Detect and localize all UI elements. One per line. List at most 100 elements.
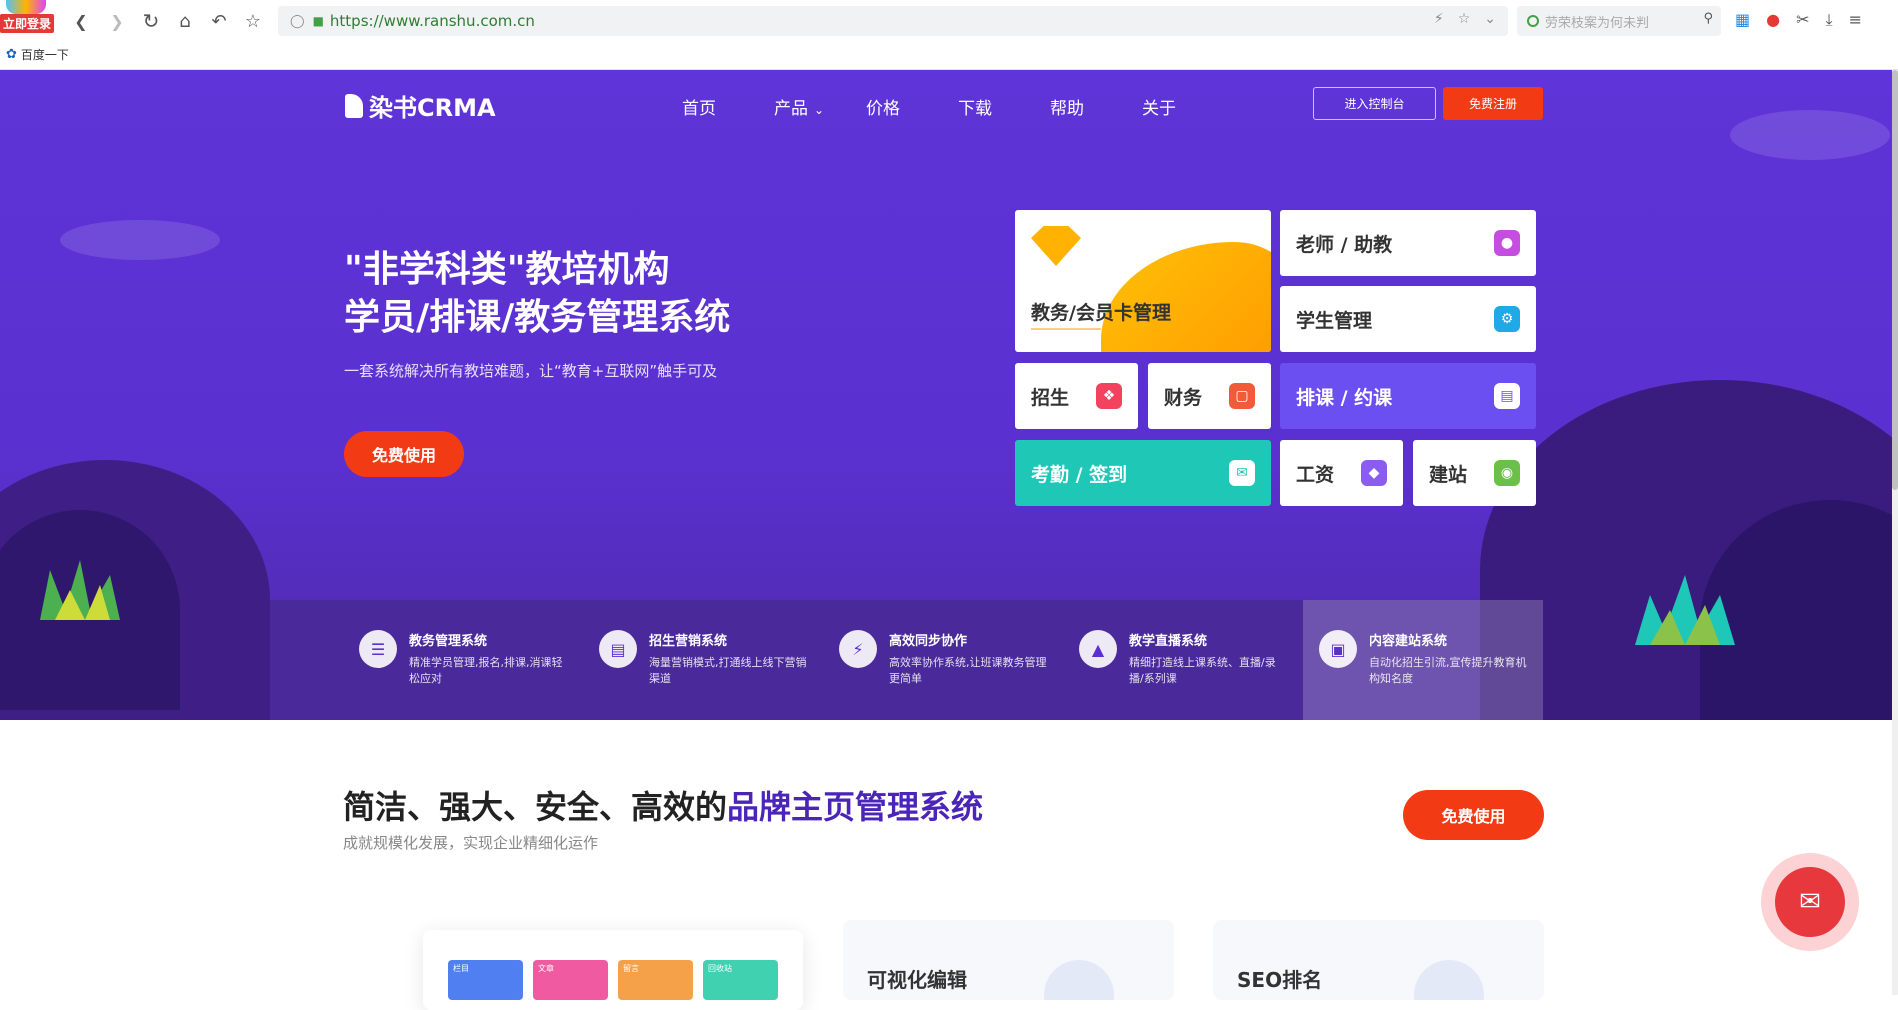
login-badge[interactable]: 立即登录 <box>0 14 55 33</box>
cloud-decoration <box>60 220 220 260</box>
tile-attendance[interactable]: 考勤 / 签到 ✉ <box>1015 440 1271 506</box>
feature-item[interactable]: ☰ 教务管理系统 精准学员管理,报名,排课,消课轻松应对 <box>343 600 583 720</box>
chevron-down-icon[interactable]: ⌄ <box>1484 11 1496 27</box>
scrollbar-thumb[interactable] <box>1892 70 1898 490</box>
lightning-icon: ⚡ <box>839 630 877 668</box>
logo-mark-icon <box>345 93 363 118</box>
shield-icon: ◯ <box>290 13 305 29</box>
nav-home[interactable]: 首页 <box>682 94 774 119</box>
section-subtitle: 成就规模化发展，实现企业精细化运作 <box>343 834 599 852</box>
feature-item[interactable]: ▲ 教学直播系统 精细打造线上课系统、直播/录播/系列课 <box>1063 600 1303 720</box>
scrollbar[interactable] <box>1892 70 1898 995</box>
chevron-down-icon: ⌄ <box>814 103 825 117</box>
nav-price[interactable]: 价格 <box>866 94 958 119</box>
search-input[interactable]: 劳荣枝案为何未判 ⚲ <box>1517 6 1721 36</box>
tile-website-label: 建站 <box>1429 463 1468 486</box>
card-title: 可视化编辑 <box>867 968 967 992</box>
search-placeholder: 劳荣枝案为何未判 <box>1545 15 1650 31</box>
chat-button[interactable]: ✉ <box>1761 853 1859 951</box>
broadcast-icon: ▲ <box>1079 630 1117 668</box>
nav-download[interactable]: 下载 <box>958 94 1050 119</box>
bookmark-star-icon[interactable]: ☆ <box>1458 11 1471 27</box>
feature-title: 教学直播系统 <box>1129 634 1208 649</box>
feature-item[interactable]: ▤ 招生营销系统 海量营销模式,打通线上线下营销渠道 <box>583 600 823 720</box>
windows-icon[interactable]: ▦ <box>1735 10 1750 30</box>
globe-icon: ◉ <box>1494 460 1520 486</box>
section-cta-button[interactable]: 免费使用 <box>1403 790 1544 840</box>
search-icon[interactable]: ⚲ <box>1703 11 1713 26</box>
section-title-plain: 简洁、强大、安全、高效的 <box>343 788 728 826</box>
logo[interactable]: 染书CRMA <box>345 88 496 123</box>
scissors-icon[interactable]: ✂ <box>1796 10 1809 30</box>
feature-desc: 自动化招生引流,宣传提升教育机构知名度 <box>1369 656 1527 685</box>
feature-item[interactable]: ▣ 内容建站系统 自动化招生引流,宣传提升教育机构知名度 <box>1303 600 1543 720</box>
underline-decoration <box>1031 328 1101 330</box>
download-icon[interactable]: ⤓ <box>1826 10 1833 30</box>
logo-text: 染书CRMA <box>369 94 496 122</box>
nav-product[interactable]: 产品 ⌄ <box>774 94 866 119</box>
forward-icon[interactable]: ❯ <box>104 8 130 34</box>
baidu-icon: ✿ <box>6 47 17 62</box>
grass-icon <box>1635 575 1735 645</box>
hero-cta-button[interactable]: 免费使用 <box>344 431 464 477</box>
section-title-highlight: 品牌主页管理系统 <box>727 788 984 826</box>
menu-icon[interactable]: ≡ <box>1849 10 1862 30</box>
card-visual-editing[interactable]: 可视化编辑 <box>843 920 1174 1000</box>
hero-subtitle: 一套系统解决所有教培难题，让“教育+互联网”触手可及 <box>344 362 718 380</box>
dashboard-preview: 栏目 文章 留言 回收站 <box>423 930 803 1010</box>
tile-enroll[interactable]: 招生 ❖ <box>1015 363 1138 429</box>
feature-desc: 高效率协作系统,让班课教务管理更简单 <box>889 656 1047 685</box>
extension-icons: ▦ ● ✂ ⤓ ≡ <box>1735 10 1862 30</box>
tile-membership[interactable]: 教务/会员卡管理 <box>1015 210 1271 352</box>
tile-finance[interactable]: 财务 ▢ <box>1148 363 1271 429</box>
dash-tile: 文章 <box>533 960 608 1000</box>
url-text[interactable]: https://www.ranshu.com.cn <box>330 12 535 30</box>
reload-icon[interactable]: ↻ <box>138 8 164 34</box>
extension-logo <box>6 0 46 14</box>
document-icon: ▤ <box>599 630 637 668</box>
gear-icon: ⚙ <box>1494 306 1520 332</box>
nav-about[interactable]: 关于 <box>1142 94 1234 119</box>
bookmark-label[interactable]: 百度一下 <box>21 46 69 63</box>
card-icon <box>1414 960 1484 1000</box>
money-bag-icon: ◆ <box>1361 460 1387 486</box>
undo-icon[interactable]: ↶ <box>206 8 232 34</box>
tile-teacher-label: 老师 / 助教 <box>1296 233 1393 256</box>
section-title: 简洁、强大、安全、高效的品牌主页管理系统 <box>343 782 983 828</box>
tile-membership-label: 教务/会员卡管理 <box>1031 302 1171 324</box>
card-icon <box>1044 960 1114 1000</box>
tile-schedule[interactable]: 排课 / 约课 ▤ <box>1280 363 1536 429</box>
tile-teacher[interactable]: 老师 / 助教 ● <box>1280 210 1536 276</box>
card-seo[interactable]: SEO排名 <box>1213 920 1544 1000</box>
browser-chrome: 立即登录 ❮ ❯ ↻ ⌂ ↶ ☆ ◯ ■ https://www.ranshu.… <box>0 0 1898 70</box>
back-icon[interactable]: ❮ <box>68 8 94 34</box>
person-icon: ● <box>1494 230 1520 256</box>
cloud-decoration <box>1730 110 1890 160</box>
tile-website[interactable]: 建站 ◉ <box>1413 440 1536 506</box>
lightning-icon[interactable]: ⚡ <box>1434 11 1444 27</box>
nav-help[interactable]: 帮助 <box>1050 94 1142 119</box>
mail-icon: ✉ <box>1229 460 1255 486</box>
feature-desc: 精准学员管理,报名,排课,消课轻松应对 <box>409 656 563 685</box>
lock-icon: ■ <box>312 14 324 28</box>
tile-student[interactable]: 学生管理 ⚙ <box>1280 286 1536 352</box>
feature-title: 内容建站系统 <box>1369 634 1448 649</box>
bookmark-item[interactable]: ✿ 百度一下 <box>6 46 69 63</box>
main-nav: 首页 产品 ⌄ 价格 下载 帮助 关于 <box>682 94 1234 119</box>
star-icon[interactable]: ☆ <box>240 8 266 34</box>
game-icon[interactable]: ● <box>1766 10 1780 30</box>
feature-title: 教务管理系统 <box>409 634 488 649</box>
console-button[interactable]: 进入控制台 <box>1313 87 1436 120</box>
tile-salary[interactable]: 工资 ◆ <box>1280 440 1403 506</box>
feature-item[interactable]: ⚡ 高效同步协作 高效率协作系统,让班课教务管理更简单 <box>823 600 1063 720</box>
search-engine-icon <box>1527 15 1539 27</box>
address-bar[interactable]: ◯ ■ https://www.ranshu.com.cn ⚡ ☆ ⌄ <box>278 6 1508 36</box>
register-button[interactable]: 免费注册 <box>1443 87 1543 120</box>
calendar-icon: ▤ <box>1494 383 1520 409</box>
tile-enroll-label: 招生 <box>1031 386 1070 409</box>
hero-section: 染书CRMA 首页 产品 ⌄ 价格 下载 帮助 关于 进入控制台 免费注册 "非学… <box>0 70 1898 720</box>
tile-schedule-label: 排课 / 约课 <box>1296 386 1393 409</box>
diamond-icon <box>1031 226 1081 266</box>
home-icon[interactable]: ⌂ <box>172 8 198 34</box>
grass-icon <box>40 560 120 620</box>
